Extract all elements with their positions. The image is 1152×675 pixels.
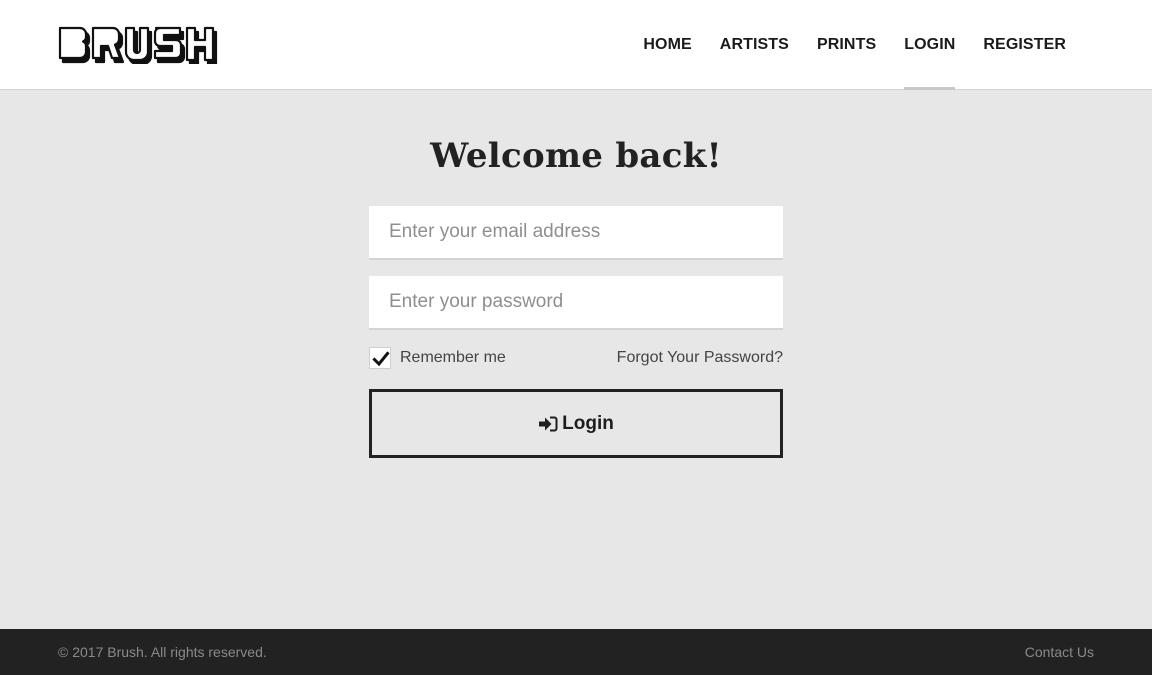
remember-me[interactable]: Remember me (369, 347, 506, 369)
login-button-content: Login (538, 413, 614, 435)
nav-home[interactable]: HOME (643, 0, 691, 90)
nav-artists[interactable]: ARTISTS (720, 0, 789, 90)
email-input[interactable] (369, 206, 783, 260)
remember-label: Remember me (400, 349, 506, 366)
site-header: HOME ARTISTS PRINTS LOGIN REGISTER (0, 0, 1152, 90)
password-input[interactable] (369, 276, 783, 330)
brush-logo[interactable] (58, 26, 222, 64)
forgot-password-link[interactable]: Forgot Your Password? (617, 347, 783, 369)
nav-register[interactable]: REGISTER (983, 0, 1066, 90)
nav-login[interactable]: LOGIN (904, 0, 956, 90)
site-footer: © 2017 Brush. All rights reserved. Conta… (0, 629, 1152, 675)
remember-checkbox[interactable] (369, 347, 391, 369)
copyright-text: © 2017 Brush. All rights reserved. (58, 644, 267, 660)
page-title: Welcome back! (430, 136, 722, 176)
checkmark-icon (372, 351, 390, 367)
nav-prints[interactable]: PRINTS (817, 0, 876, 90)
login-button-label: Login (562, 412, 614, 434)
sign-in-icon (539, 416, 558, 431)
contact-us-link[interactable]: Contact Us (1025, 629, 1094, 675)
main-nav: HOME ARTISTS PRINTS LOGIN REGISTER (643, 0, 1066, 90)
login-button[interactable]: Login (369, 389, 783, 458)
